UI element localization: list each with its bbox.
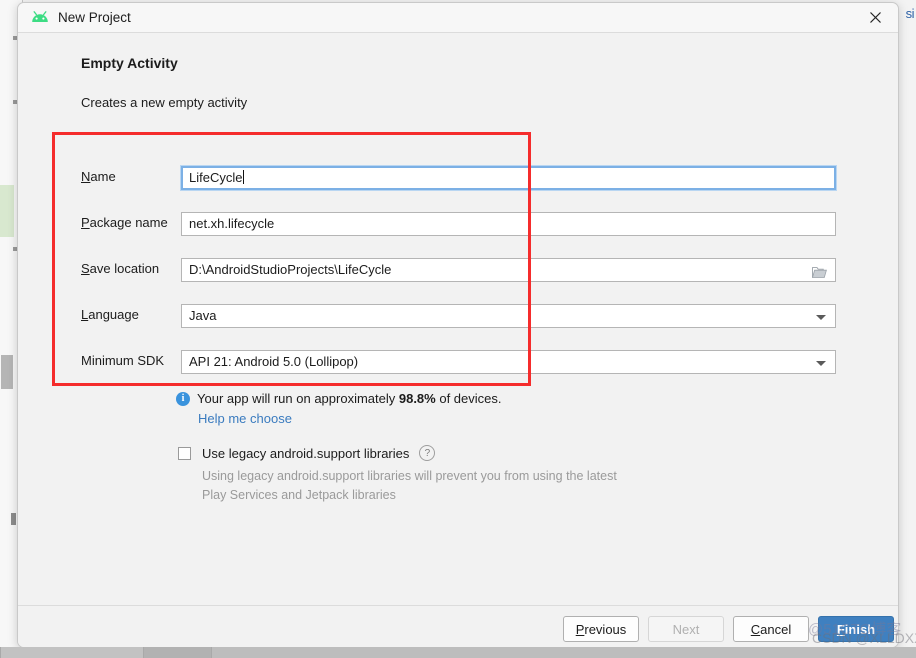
language-select[interactable]: Java [181,304,836,328]
form-row-language: Language Java [81,304,836,328]
info-text-after: of devices. [435,391,502,406]
new-project-dialog: New Project Empty Activity Creates a new… [17,2,899,648]
background-edge-text: si [905,6,915,21]
language-label: Language [81,307,139,322]
dialog-body: Empty Activity Creates a new empty activ… [18,33,898,605]
help-icon[interactable]: ? [419,445,436,461]
text-caret [243,170,245,184]
taskbar-segment [143,647,213,658]
minimum-sdk-select[interactable]: API 21: Android 5.0 (Lollipop) [181,350,836,374]
device-coverage-text: Your app will run on approximately 98.8%… [197,391,502,406]
android-logo-icon [31,11,49,24]
save-location-input-value: D:\AndroidStudioProjects\LifeCycle [189,262,392,277]
save-location-label: Save location [81,261,160,276]
legacy-libraries-description: Using legacy android.support libraries w… [202,469,617,502]
package-name-input[interactable]: net.xh.lifecycle [181,212,836,236]
name-input[interactable]: LifeCycle [180,165,837,191]
name-label: Name [81,169,116,184]
close-icon[interactable] [852,3,898,31]
form-row-save-location: Save location D:\AndroidStudioProjects\L… [81,258,836,282]
name-input-value: LifeCycle [189,170,243,185]
taskbar-segment [0,647,145,658]
package-name-input-value: net.xh.lifecycle [189,216,275,231]
legacy-libraries-row: Use legacy android.support libraries ? [178,445,436,461]
minimum-sdk-select-value: API 21: Android 5.0 (Lollipop) [189,354,359,369]
legacy-libraries-checkbox[interactable] [178,446,191,460]
background-gutter-marker [11,513,16,525]
info-text-before: Your app will run on approximately [197,391,399,406]
page-title: Empty Activity [81,55,178,71]
next-button-label: Next [672,621,700,637]
dialog-footer: Previous Next Cancel Finish [18,605,898,647]
background-scrollbar-thumb[interactable] [1,355,13,389]
folder-browse-icon[interactable] [811,264,827,278]
chevron-down-icon[interactable] [816,315,826,320]
info-percent: 98.8% [398,391,436,406]
form-row-package-name: Package name net.xh.lifecycle [81,212,836,236]
legacy-libraries-label: Use legacy android.support libraries [202,445,410,461]
minimum-sdk-label: Minimum SDK [81,353,165,368]
background-green-highlight [0,185,14,237]
previous-button[interactable]: Previous [563,616,639,642]
chevron-down-icon[interactable] [816,361,826,366]
form-row-name: Name LifeCycle [81,165,837,191]
cancel-button[interactable]: Cancel [733,616,809,642]
help-me-choose-link[interactable]: Help me choose [198,411,292,426]
device-coverage-info: i Your app will run on approximately 98.… [176,391,502,406]
next-button: Next [648,616,724,642]
save-location-input[interactable]: D:\AndroidStudioProjects\LifeCycle [181,258,836,282]
form-row-minimum-sdk: Minimum SDK API 21: Android 5.0 (Lollipo… [81,350,836,374]
info-icon: i [176,391,190,406]
dialog-title: New Project [58,10,131,25]
dialog-titlebar: New Project [18,3,898,33]
taskbar-segment [211,647,916,658]
language-select-value: Java [189,308,217,323]
taskbar-strip [0,647,916,658]
finish-button[interactable]: Finish [818,616,894,642]
page-subtitle: Creates a new empty activity [81,95,248,110]
package-name-label: Package name [81,215,168,230]
